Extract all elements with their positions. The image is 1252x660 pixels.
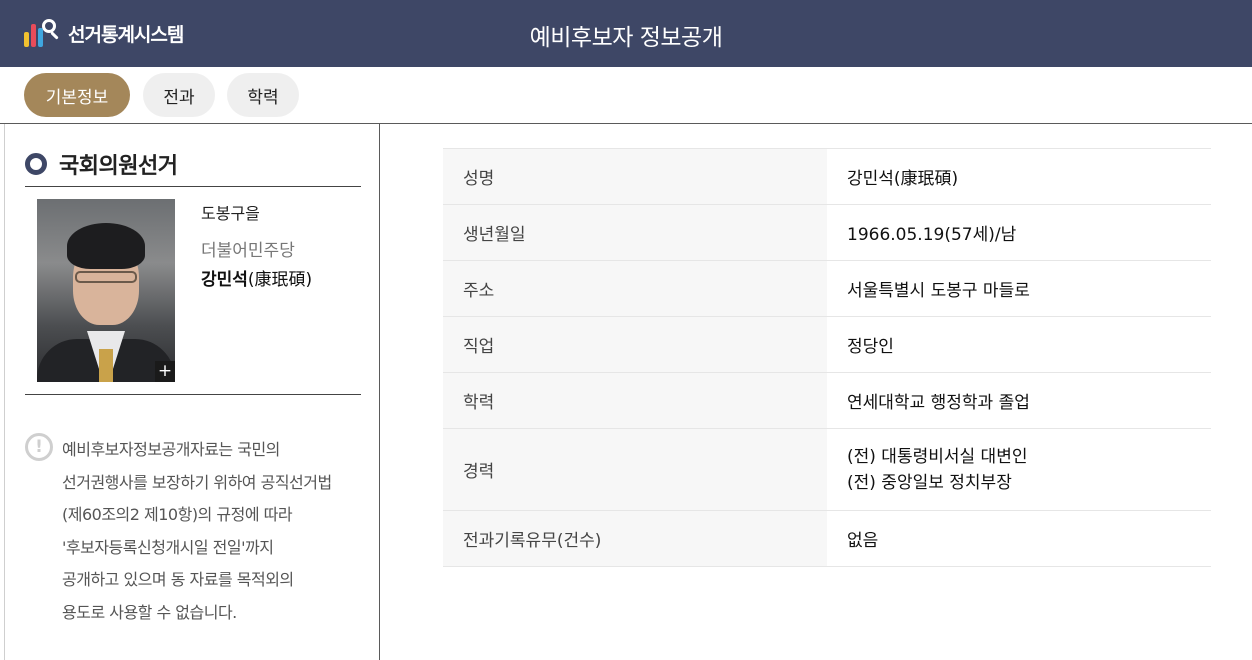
app-header: 선거통계시스템 예비후보자 정보공개	[0, 0, 1252, 67]
tab-bar: 기본정보 전과 학력	[0, 67, 1252, 124]
disclosure-notice: 예비후보자정보공개자료는 국민의 선거권행사를 보장하기 위하여 공직선거법 (…	[62, 434, 372, 630]
row-label: 전과기록유무(건수)	[443, 510, 827, 567]
career-line: (전) 중앙일보 정치부장	[847, 472, 1012, 493]
row-label: 경력	[443, 428, 827, 511]
row-value: (전) 대통령비서실 대변인 (전) 중앙일보 정치부장	[827, 428, 1211, 511]
row-label: 생년월일	[443, 204, 827, 261]
row-value: 강민석(康珉碩)	[827, 148, 1211, 205]
notice-line: '후보자등록신청개시일 전일'까지	[62, 537, 274, 557]
row-value: 1966.05.19(57세)/남	[827, 204, 1211, 261]
row-value: 정당인	[827, 316, 1211, 373]
candidate-name-block: 강민석(康珉碩)	[201, 265, 312, 290]
candidate-photo[interactable]	[37, 199, 175, 382]
row-label: 학력	[443, 372, 827, 429]
notice-line: (제60조의2 제10항)의 규정에 따라	[62, 505, 293, 525]
table-row: 성명 강민석(康珉碩)	[443, 148, 1211, 205]
divider	[25, 394, 361, 395]
page-title: 예비후보자 정보공개	[529, 25, 723, 51]
row-value: 연세대학교 행정학과 졸업	[827, 372, 1211, 429]
row-value: 서울특별시 도봉구 마들로	[827, 260, 1211, 317]
career-line: (전) 대통령비서실 대변인	[847, 446, 1028, 467]
election-type: 국회의원선거	[59, 154, 178, 179]
candidate-info-table: 성명 강민석(康珉碩) 생년월일 1966.05.19(57세)/남 주소 서울…	[443, 148, 1211, 567]
photo-zoom-button[interactable]: +	[155, 361, 175, 382]
candidate-party: 더불어민주당	[201, 241, 295, 261]
notice-line: 공개하고 있으며 동 자료를 목적외의	[62, 570, 294, 590]
table-row: 전과기록유무(건수) 없음	[443, 510, 1211, 567]
tab-criminal-record[interactable]: 전과	[143, 73, 215, 117]
row-value: 없음	[827, 510, 1211, 567]
candidate-sidebar: 국회의원선거 + 도봉구을 더불어민주당 강민석(康珉碩) ! 예비후보자정보공…	[4, 124, 380, 660]
row-label: 성명	[443, 148, 827, 205]
candidate-name-hanja: (康珉碩)	[247, 270, 313, 290]
tab-education[interactable]: 학력	[227, 73, 299, 117]
table-row: 학력 연세대학교 행정학과 졸업	[443, 372, 1211, 429]
row-label: 주소	[443, 260, 827, 317]
table-row: 경력 (전) 대통령비서실 대변인 (전) 중앙일보 정치부장	[443, 428, 1211, 511]
notice-line: 용도로 사용할 수 없습니다.	[62, 602, 237, 622]
election-section-title: 국회의원선거	[25, 148, 178, 180]
table-row: 직업 정당인	[443, 316, 1211, 373]
divider	[25, 186, 361, 187]
candidate-district: 도봉구을	[201, 204, 260, 223]
row-label: 직업	[443, 316, 827, 373]
circle-bullet-icon	[25, 153, 47, 175]
notice-line: 선거권행사를 보장하기 위하여 공직선거법	[62, 472, 332, 492]
candidate-name: 강민석	[201, 270, 248, 290]
table-row: 생년월일 1966.05.19(57세)/남	[443, 204, 1211, 261]
tab-basic-info[interactable]: 기본정보	[24, 73, 130, 117]
table-row: 주소 서울특별시 도봉구 마들로	[443, 260, 1211, 317]
notice-line: 예비후보자정보공개자료는 국민의	[62, 440, 280, 459]
exclamation-icon: !	[25, 433, 53, 461]
